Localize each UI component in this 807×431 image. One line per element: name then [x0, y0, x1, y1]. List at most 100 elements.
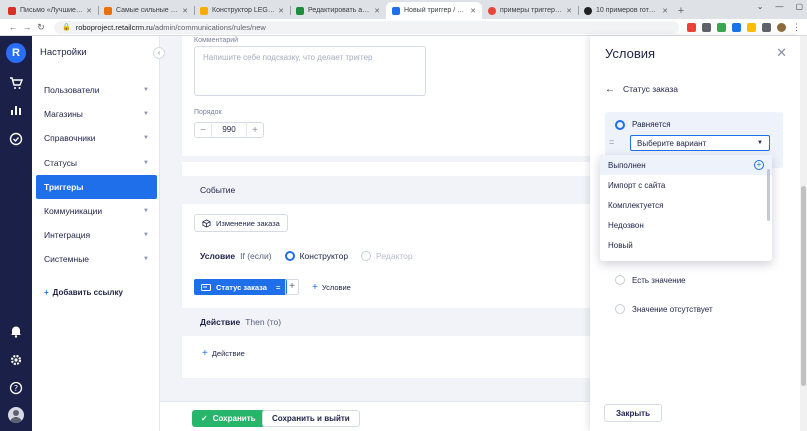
retailcrm-favicon-icon [392, 6, 400, 15]
sidebar-item-references[interactable]: Справочники ▼ [36, 126, 157, 150]
plus-icon: + [202, 348, 208, 359]
sidebar-item-integration[interactable]: Интеграция ▼ [36, 223, 157, 247]
window-controls: ⌄ — ▢ [757, 2, 803, 11]
radio-equals[interactable] [615, 120, 625, 130]
reload-icon[interactable]: ↻ [34, 22, 48, 33]
condition-row: Условие If (если) Конструктор Редактор [200, 251, 413, 261]
profile-icon[interactable] [777, 22, 786, 32]
chevron-down-icon: ▼ [143, 256, 149, 263]
sidebar-item-triggers[interactable]: Триггеры [36, 174, 157, 199]
tasks-check-icon[interactable] [8, 131, 24, 147]
close-button[interactable]: Закрыть [604, 404, 663, 422]
retailcrm-logo-icon[interactable]: R [6, 43, 26, 63]
option-no-value[interactable]: Значение отсутствует [615, 304, 713, 314]
arrow-left-icon: ← [605, 84, 615, 95]
browser-tab[interactable]: 10 примеров готовых ✕ [578, 2, 674, 19]
caret-down-icon: ▼ [757, 140, 763, 146]
forward-icon[interactable]: → [20, 22, 34, 32]
help-icon[interactable]: ? [8, 380, 24, 396]
dropdown-option[interactable]: Импорт с сайта [600, 175, 772, 195]
bell-icon[interactable] [8, 323, 24, 339]
browser-tab[interactable]: Письмо «Лучшие мате✕ [2, 2, 98, 19]
sidebar-item-communications[interactable]: Коммуникации ▼ [36, 199, 157, 223]
sidebar-item-users[interactable]: Пользователи ▼ [36, 78, 157, 102]
browser-tab[interactable]: Самые сильные идеи✕ [98, 2, 194, 19]
cart-icon[interactable] [8, 75, 24, 91]
close-icon[interactable]: ✕ [776, 45, 787, 61]
add-action-button[interactable]: + Действие [202, 348, 245, 359]
value-dropdown: Выполнен + Импорт с сайта Комплектуется Н… [600, 155, 772, 261]
back-icon[interactable]: ← [6, 22, 20, 32]
radio-editor[interactable] [361, 251, 372, 261]
close-tab-icon[interactable]: ✕ [374, 7, 380, 15]
decrement-button[interactable]: − [195, 125, 211, 136]
dropdown-option[interactable]: Комплектуется [600, 195, 772, 215]
puzzle-icon[interactable] [762, 22, 771, 32]
dropdown-option[interactable]: Выполнен + [600, 155, 772, 175]
drawer-title: Условия [605, 46, 656, 61]
address-bar[interactable]: 🔒 roboproject.retailcrm.ru/admin/communi… [54, 20, 679, 34]
add-group-button[interactable]: + [285, 279, 299, 295]
option-has-value[interactable]: Есть значение [615, 275, 686, 285]
sidebar-item-shops[interactable]: Магазины ▼ [36, 102, 157, 126]
close-tab-icon[interactable]: ✕ [470, 7, 476, 15]
page-scrollbar[interactable] [800, 36, 807, 431]
user-avatar[interactable] [8, 407, 24, 423]
gear-icon[interactable] [8, 352, 24, 368]
trigger-card: Событие Изменение заказа Условие If (есл… [182, 162, 602, 378]
increment-button[interactable]: + [247, 125, 263, 136]
extension-icon[interactable] [732, 22, 741, 32]
comment-textarea[interactable]: Напишите себе подсказку, что делает триг… [194, 46, 426, 96]
extension-icon[interactable] [747, 22, 756, 32]
dropdown-option[interactable]: Недозвон [600, 215, 772, 235]
add-circle-icon[interactable]: + [754, 160, 764, 170]
extension-icon[interactable] [687, 22, 696, 32]
browser-tab[interactable]: примеры триггеров по✕ [482, 2, 578, 19]
browser-tab-active[interactable]: Новый триггер / Триг ✕ [386, 2, 482, 19]
value-select[interactable]: Выберите вариант ▼ [630, 135, 770, 151]
sidebar-item-system[interactable]: Системные ▼ [36, 247, 157, 271]
radio-has-value[interactable] [615, 275, 625, 285]
condition-chip[interactable]: Статус заказа = [194, 279, 288, 295]
event-chip[interactable]: Изменение заказа [194, 214, 288, 232]
sidebar-title: Настройки [40, 47, 87, 58]
scrollbar-thumb[interactable] [801, 186, 806, 386]
close-tab-icon[interactable]: ✕ [278, 7, 284, 15]
extension-icon[interactable] [702, 22, 711, 32]
order-stepper: − 990 + [194, 122, 264, 138]
analytics-icon[interactable] [8, 102, 24, 118]
extension-icon[interactable] [717, 22, 726, 32]
condition-label: Условие [200, 251, 236, 261]
close-tab-icon[interactable]: ✕ [86, 7, 92, 15]
close-tab-icon[interactable]: ✕ [182, 7, 188, 15]
site-favicon-icon [104, 6, 112, 15]
back-button[interactable]: ← Статус заказа [605, 84, 678, 95]
chevron-down-icon[interactable]: ⌄ [757, 2, 764, 11]
radio-constructor[interactable] [284, 251, 295, 261]
order-input[interactable]: 990 [211, 122, 247, 138]
option-equals[interactable]: Равняется [615, 120, 671, 130]
constructor-label: Конструктор [299, 251, 349, 261]
sidebar-item-statuses[interactable]: Статусы ▼ [36, 151, 157, 175]
add-link-button[interactable]: + Добавить ссылку [44, 288, 123, 297]
plus-icon: + [312, 282, 318, 293]
new-tab-icon[interactable]: + [674, 2, 688, 19]
extensions: ⋮ [687, 22, 801, 32]
dropdown-option[interactable]: Новый [600, 235, 772, 255]
minimize-icon[interactable]: — [775, 2, 783, 11]
menu-dots-icon[interactable]: ⋮ [792, 22, 801, 32]
close-tab-icon[interactable]: ✕ [566, 7, 572, 15]
browser-tab[interactable]: Конструктор LEGO Edu✕ [194, 2, 290, 19]
save-button[interactable]: ✓ Сохранить [192, 410, 265, 427]
check-icon: ✓ [201, 414, 208, 423]
dropdown-scrollbar[interactable] [767, 169, 770, 221]
save-and-exit-button[interactable]: Сохранить и выйти [262, 410, 360, 427]
add-condition-button[interactable]: + Условие [312, 282, 351, 293]
settings-sidebar: Настройки ‹ Пользователи ▼ Магазины ▼ Спра… [32, 36, 165, 431]
close-tab-icon[interactable]: ✕ [662, 7, 668, 15]
browser-tab[interactable]: Редактировать автора✕ [290, 2, 386, 19]
maximize-icon[interactable]: ▢ [795, 2, 803, 11]
radio-no-value[interactable] [615, 304, 625, 314]
site-favicon-icon [584, 6, 592, 15]
browser-tab-bar: Письмо «Лучшие мате✕ Самые сильные идеи✕… [0, 0, 807, 19]
